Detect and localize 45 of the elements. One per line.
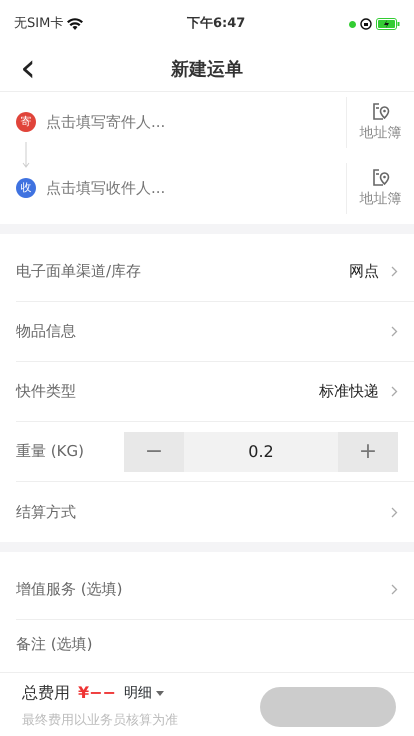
- dot-icon: [349, 20, 356, 28]
- badge-icon: 收: [16, 178, 36, 198]
- carrier-label: 无SIM卡: [14, 15, 64, 34]
- battery-icon: [376, 18, 400, 30]
- chevron-icon: [391, 584, 398, 595]
- caret-icon: [156, 690, 164, 696]
- total-label: 总费用: [22, 682, 70, 704]
- chevron-icon: [391, 326, 398, 337]
- row-value: 标准快递: [319, 381, 379, 402]
- address-book-button[interactable]: 地址簿: [346, 162, 414, 214]
- address-book-icon: [370, 100, 390, 120]
- plus-button[interactable]: +: [338, 432, 398, 472]
- row-value: 网点: [349, 261, 379, 282]
- chevron-icon: [391, 386, 398, 397]
- arrow-icon: [21, 142, 31, 168]
- page-title: 新建运单: [171, 58, 243, 82]
- row-label: 物品信息: [16, 321, 77, 342]
- badge-icon: 寄: [16, 112, 36, 132]
- form-row[interactable]: 快件类型 标准快递: [16, 362, 414, 422]
- address-book-icon: [370, 166, 390, 186]
- back-button[interactable]: ‹: [14, 48, 42, 88]
- form-row[interactable]: 结算方式: [16, 482, 414, 542]
- row-label: 电子面单渠道/库存: [16, 261, 142, 282]
- fee-note: 最终费用以业务员核算为准: [22, 712, 179, 730]
- row-label: 增值服务 (选填): [16, 579, 124, 600]
- row-label: 快件类型: [16, 381, 77, 402]
- address-field[interactable]: 点击填写收件人...: [36, 176, 346, 200]
- form-row[interactable]: 物品信息: [16, 302, 414, 362]
- lock-rotation-icon: [360, 18, 372, 30]
- minus-button[interactable]: −: [124, 432, 184, 472]
- chevron-icon: [391, 506, 398, 518]
- form-row[interactable]: 增值服务 (选填): [16, 560, 414, 620]
- address-field[interactable]: 点击填写寄件人...: [36, 110, 346, 134]
- row-label: 备注 (选填): [16, 634, 92, 655]
- time-label: 下午6:47: [186, 15, 246, 34]
- wifi-icon: [67, 18, 84, 30]
- address-book-button[interactable]: 地址簿: [346, 96, 414, 148]
- weight-value: 0.2: [247, 440, 275, 462]
- row-label: 结算方式: [16, 502, 77, 523]
- form-row[interactable]: 电子面单渠道/库存 网点: [16, 242, 414, 302]
- total-amount: ¥−−: [78, 682, 116, 704]
- detail-toggle[interactable]: 明细: [124, 682, 164, 704]
- chevron-icon: [391, 266, 398, 277]
- row-label: 重量 (KG): [16, 441, 85, 462]
- submit-button[interactable]: [260, 687, 396, 727]
